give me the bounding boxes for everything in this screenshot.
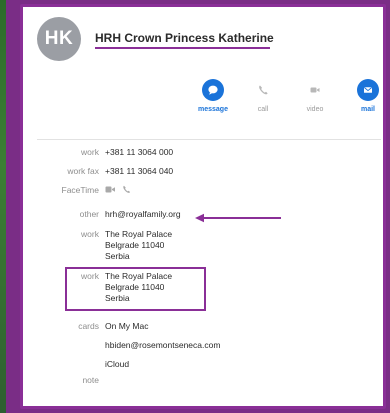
annotation-arrow: [195, 213, 281, 223]
work-phone-label: work: [81, 147, 99, 157]
facetime-video-icon[interactable]: [105, 185, 116, 196]
name-annotation-underline: [95, 47, 270, 49]
note-label: note: [82, 375, 99, 385]
cards-line3[interactable]: iCloud: [105, 359, 129, 370]
divider: [37, 139, 381, 140]
facetime-actions: [105, 185, 131, 196]
message-icon: [202, 79, 224, 101]
work-address-line1[interactable]: The Royal Palace: [105, 229, 172, 240]
mail-label: mail: [360, 106, 375, 113]
work-address-2-line2[interactable]: Belgrade 11040: [105, 282, 164, 293]
work-address-2-line3[interactable]: Serbia: [105, 293, 130, 304]
message-label: message: [198, 106, 228, 113]
contact-card: HK HRH Crown Princess Katherine message …: [20, 4, 386, 409]
other-email-label: other: [79, 209, 99, 219]
mail-button[interactable]: mail: [338, 79, 383, 129]
work-address-line2[interactable]: Belgrade 11040: [105, 240, 164, 251]
mail-icon: [357, 79, 379, 101]
other-email-value[interactable]: hrh@royalfamily.org: [105, 209, 181, 220]
cards-line1[interactable]: On My Mac: [105, 321, 148, 332]
work-fax-label: work fax: [67, 166, 99, 176]
facetime-audio-icon[interactable]: [122, 185, 131, 196]
facetime-label: FaceTime: [61, 185, 99, 195]
work-address-label-1: work: [81, 229, 99, 239]
contact-name: HRH Crown Princess Katherine: [95, 31, 274, 45]
action-bar: message call video mail: [23, 79, 383, 129]
video-label: video: [306, 106, 324, 113]
video-icon: [304, 79, 326, 101]
cards-line2[interactable]: hbiden@rosemontseneca.com: [105, 340, 220, 351]
call-label: call: [257, 106, 269, 113]
work-address-2-line1[interactable]: The Royal Palace: [105, 271, 172, 282]
video-button[interactable]: video: [285, 79, 345, 129]
work-phone-value[interactable]: +381 11 3064 000: [105, 147, 173, 158]
work-address-line3[interactable]: Serbia: [105, 251, 130, 262]
call-button[interactable]: call: [233, 79, 293, 129]
phone-icon: [252, 79, 274, 101]
cards-label: cards: [78, 321, 99, 331]
work-address-label-2: work: [81, 271, 99, 281]
background-border: [6, 0, 14, 413]
work-fax-value[interactable]: +381 11 3064 040: [105, 166, 173, 177]
avatar: HK: [37, 17, 81, 61]
